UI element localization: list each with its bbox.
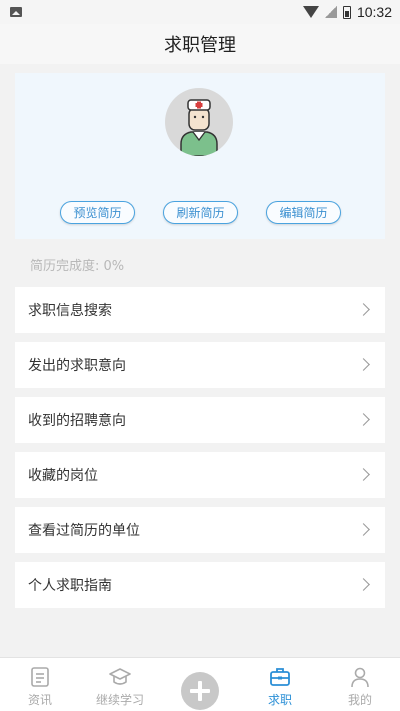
wifi-icon bbox=[302, 6, 319, 18]
menu-item-label: 收到的招聘意向 bbox=[28, 413, 126, 429]
menu-item-label: 求职信息搜索 bbox=[28, 303, 112, 319]
resume-completion-text: 简历完成度: 0% bbox=[30, 259, 125, 274]
nav-label: 继续学习 bbox=[95, 693, 144, 707]
title-bar: 求职管理 bbox=[0, 24, 400, 64]
menu-item-job-search[interactable]: 求职信息搜索 bbox=[15, 287, 385, 333]
nav-label: 资讯 bbox=[27, 693, 52, 707]
briefcase-icon bbox=[270, 668, 290, 686]
battery-icon bbox=[342, 5, 351, 19]
page-title: 求职管理 bbox=[164, 35, 236, 56]
menu-item-job-guide[interactable]: 个人求职指南 bbox=[15, 562, 385, 608]
menu-item-saved-positions[interactable]: 收藏的岗位 bbox=[15, 452, 385, 498]
bottom-nav: 资讯 继续学习 求职 我的 bbox=[0, 657, 400, 711]
nav-label: 求职 bbox=[267, 693, 292, 707]
status-bar: 10:32 bbox=[0, 0, 400, 24]
menu-item-label: 查看过简历的单位 bbox=[28, 523, 140, 539]
chevron-right-icon bbox=[357, 468, 370, 481]
doctor-avatar-icon[interactable] bbox=[165, 88, 233, 156]
nav-item-continue-study[interactable]: 继续学习 bbox=[80, 658, 160, 711]
chevron-right-icon bbox=[357, 358, 370, 371]
chevron-right-icon bbox=[357, 523, 370, 536]
refresh-resume-button[interactable]: 刷新简历 bbox=[163, 201, 238, 224]
person-icon bbox=[351, 667, 369, 688]
menu-item-received-intentions[interactable]: 收到的招聘意向 bbox=[15, 397, 385, 443]
chevron-right-icon bbox=[357, 413, 370, 426]
add-button[interactable] bbox=[181, 672, 219, 710]
signal-icon bbox=[324, 6, 337, 18]
menu-item-label: 个人求职指南 bbox=[28, 578, 112, 594]
nav-item-news[interactable]: 资讯 bbox=[0, 658, 80, 711]
chevron-right-icon bbox=[357, 303, 370, 316]
news-icon bbox=[31, 667, 49, 687]
menu-item-sent-intentions[interactable]: 发出的求职意向 bbox=[15, 342, 385, 388]
chevron-right-icon bbox=[357, 578, 370, 591]
gallery-icon bbox=[10, 7, 22, 17]
graduation-cap-icon bbox=[109, 668, 131, 685]
profile-card: 预览简历 刷新简历 编辑简历 bbox=[15, 73, 385, 239]
menu-item-resume-viewers[interactable]: 查看过简历的单位 bbox=[15, 507, 385, 553]
menu-item-label: 收藏的岗位 bbox=[28, 468, 98, 484]
preview-resume-button[interactable]: 预览简历 bbox=[60, 201, 135, 224]
menu-item-label: 发出的求职意向 bbox=[28, 358, 126, 374]
nav-item-job[interactable]: 求职 bbox=[240, 658, 320, 711]
nav-label: 我的 bbox=[347, 693, 372, 707]
nav-item-mine[interactable]: 我的 bbox=[320, 658, 400, 711]
edit-resume-button[interactable]: 编辑简历 bbox=[266, 201, 341, 224]
status-time: 10:32 bbox=[356, 4, 392, 20]
